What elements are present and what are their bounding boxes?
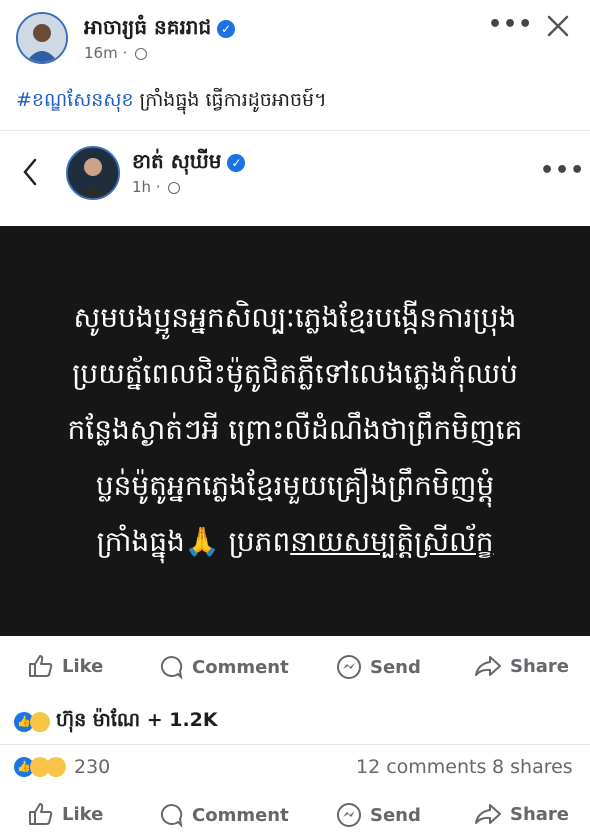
share-icon [475, 656, 501, 676]
card-last-prefix: ក្រាំងធ្នុង [96, 525, 185, 558]
shared-reactions[interactable]: 👍 ហ៊ុន ម៉ាណែ + 1.2K [14, 708, 218, 736]
card-last-mid: ប្រភព [219, 525, 291, 558]
share-icon [475, 804, 501, 824]
like-icon [29, 803, 53, 825]
back-icon[interactable] [22, 158, 38, 190]
comments-count[interactable]: 12 comments [356, 756, 486, 778]
like-label: Like [62, 655, 104, 677]
more-icon[interactable]: ••• [540, 158, 585, 183]
sad-reaction-icon [30, 712, 50, 732]
divider [0, 130, 590, 131]
verified-icon: ✓ [217, 19, 236, 38]
avatar-image [68, 148, 118, 198]
pray-emoji-icon: 🙏 [184, 525, 220, 558]
like-button[interactable]: Like [28, 654, 103, 678]
outer-post-caption: #ខណ្ឌសែនសុខ ក្រាំងធ្នុង ធ្វើការដូចអាចម៍។ [16, 88, 327, 116]
share-label: Share [510, 655, 570, 677]
comment-button[interactable]: Comment [158, 802, 289, 828]
card-line: ប្រយត្ន័ពេលជិះម៉ូតូជិតភ្លឺទៅលេងភ្លេងកុំឈ… [72, 357, 518, 390]
outer-author-name[interactable]: អាចារ្យធំ នគររាជ [84, 15, 211, 39]
like-button[interactable]: Like [28, 802, 103, 826]
card-line-last: ក្រាំងធ្នុង🙏 ប្រភពនាយសម្បត្តិស្រីល័ក្ខ [0, 514, 590, 570]
comment-icon [160, 655, 183, 680]
outer-author-row: អាចារ្យធំ នគររាជ ✓ [84, 14, 236, 44]
comment-label: Comment [192, 804, 289, 826]
send-icon [337, 655, 361, 679]
outer-post-meta: 16m · [84, 44, 148, 62]
card-line: ប្លន់ម៉ូតូអ្នកភ្លេងខ្មែរមួយគ្រឿងព្រឹកមិញ… [95, 469, 495, 502]
verified-icon: ✓ [227, 153, 246, 172]
shared-post-meta: 1h · [132, 178, 181, 196]
shared-reactions-text: ហ៊ុន ម៉ាណែ + 1.2K [56, 709, 218, 731]
close-icon[interactable] [546, 14, 570, 42]
source-link[interactable]: នាយសម្បត្តិស្រីល័ក្ខ [290, 525, 493, 558]
globe-icon [168, 181, 181, 194]
avatar-image [18, 14, 66, 62]
caption-text: ក្រាំងធ្នុង ធ្វើការដូចអាចម៍។ [133, 89, 327, 111]
send-button[interactable]: Send [336, 802, 421, 828]
outer-reactions[interactable]: 👍 230 [14, 756, 110, 778]
comment-button[interactable]: Comment [158, 654, 289, 680]
globe-icon [135, 47, 148, 60]
card-line: កន្លែងស្ងាត់ៗអី ព្រោះលឺដំណឹងថាព្រឹកមិញគេ [67, 413, 523, 446]
shared-author-row: ខាត់ សុឃីម ✓ [132, 148, 246, 178]
outer-post-time[interactable]: 16m [84, 44, 118, 62]
send-label: Send [370, 804, 421, 826]
share-button[interactable]: Share [474, 654, 569, 678]
like-icon [29, 655, 53, 677]
share-button[interactable]: Share [474, 802, 569, 826]
comment-icon [160, 803, 183, 828]
text-post-card: សូមបងប្អូនអ្នកសិល្បៈភ្លេងខ្មែរបង្កើនការប… [0, 226, 590, 636]
sad-reaction-icon [46, 757, 66, 777]
card-text: សូមបងប្អូនអ្នកសិល្បៈភ្លេងខ្មែរបង្កើនការប… [0, 290, 590, 570]
divider [0, 744, 590, 745]
send-icon [337, 803, 361, 827]
caption-hashtag[interactable]: #ខណ្ឌសែនសុខ [16, 89, 134, 111]
card-line: សូមបងប្អូនអ្នកសិល្បៈភ្លេងខ្មែរបង្កើនការប… [73, 301, 517, 334]
like-label: Like [62, 803, 104, 825]
shared-post-time[interactable]: 1h [132, 178, 151, 196]
outer-author-avatar[interactable] [16, 12, 68, 64]
comment-label: Comment [192, 656, 289, 678]
reaction-count: 230 [74, 756, 111, 778]
share-label: Share [510, 803, 570, 825]
send-button[interactable]: Send [336, 654, 421, 680]
shares-count[interactable]: 8 shares [492, 756, 573, 778]
shared-author-avatar[interactable] [66, 146, 120, 200]
more-icon[interactable]: ••• [488, 12, 533, 37]
send-label: Send [370, 656, 421, 678]
shared-author-name[interactable]: ខាត់ សុឃីម [132, 149, 221, 173]
